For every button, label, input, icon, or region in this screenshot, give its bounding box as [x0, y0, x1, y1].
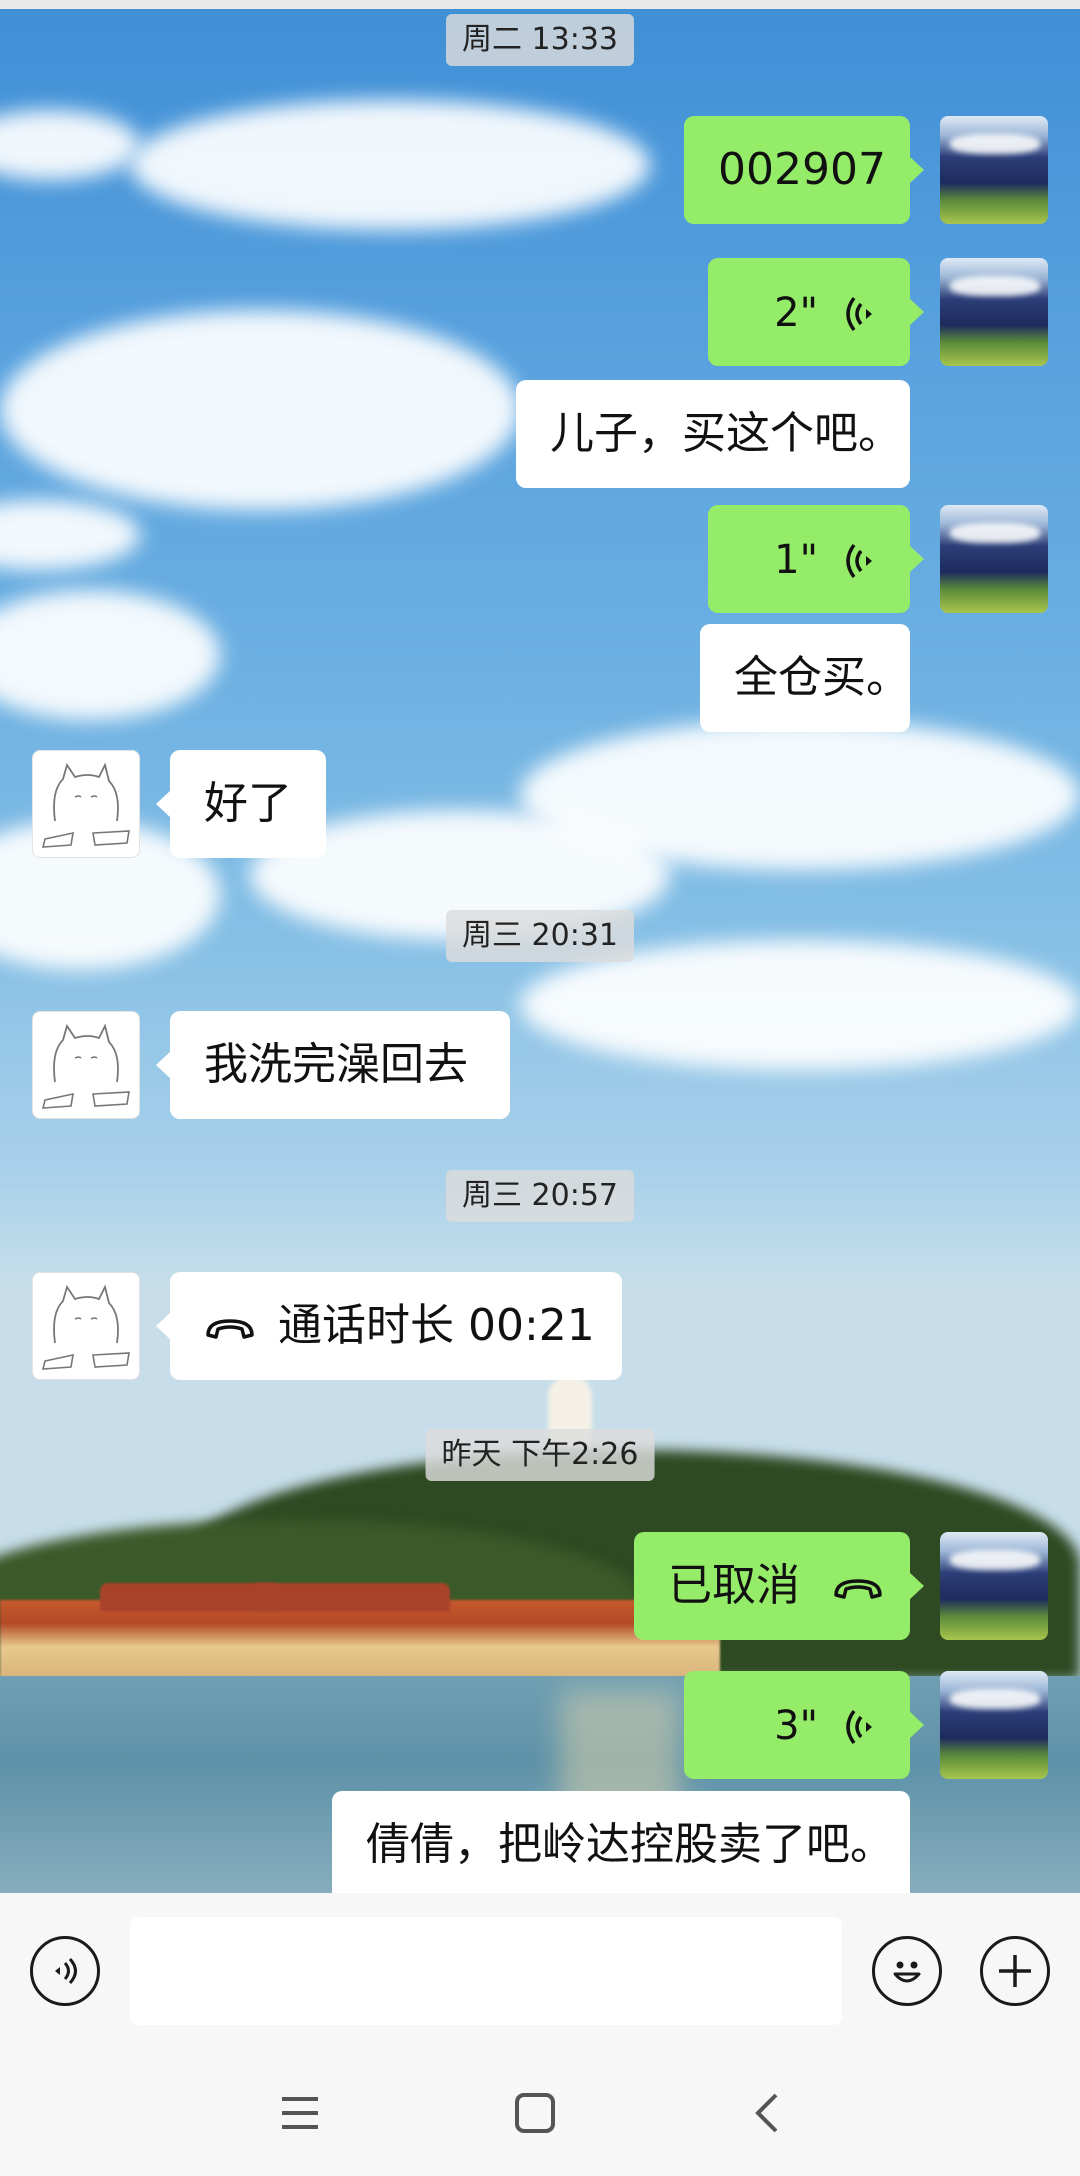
phone-hangup-icon: [206, 1319, 254, 1339]
palace-building: [0, 1600, 720, 1678]
avatar-contact[interactable]: [32, 750, 140, 858]
cat-sketch-icon: [41, 762, 130, 848]
voice-input-icon: [55, 1957, 77, 1985]
message-bubble[interactable]: 倩倩，把岭达控股卖了吧。: [332, 1791, 910, 1893]
timestamp: 周三 20:31: [446, 910, 634, 962]
voice-wave-icon: [846, 1709, 872, 1745]
avatar-self[interactable]: [940, 505, 1048, 613]
emoji-button[interactable]: [872, 1936, 942, 2006]
system-navigation-bar: [0, 2049, 1080, 2176]
message-input[interactable]: [130, 1917, 842, 2025]
timestamp: 昨天 下午2:26: [425, 1429, 655, 1481]
cat-sketch-icon: [41, 1023, 130, 1109]
avatar-self[interactable]: [940, 1532, 1048, 1640]
cloud: [0, 500, 140, 570]
call-duration-text: 通话时长 00:21: [278, 1300, 595, 1351]
avatar-contact[interactable]: [32, 1272, 140, 1380]
avatar-self[interactable]: [940, 1671, 1048, 1779]
more-button[interactable]: [980, 1936, 1050, 2006]
phone-hangup-icon: [834, 1579, 882, 1599]
home-square-icon: [515, 2093, 555, 2133]
voice-message-bubble[interactable]: 3": [684, 1671, 924, 1779]
cloud: [520, 720, 1080, 870]
cloud: [0, 590, 220, 720]
status-bar-strip: [0, 0, 1080, 9]
message-bubble[interactable]: 我洗完澡回去: [156, 1011, 510, 1119]
cloud: [130, 100, 650, 230]
voice-wave-icon: [846, 296, 872, 332]
avatar-contact[interactable]: [32, 1011, 140, 1119]
message-bubble[interactable]: 002907: [684, 116, 924, 224]
call-record-bubble[interactable]: 通话时长 00:21: [156, 1272, 622, 1380]
nav-menu-button[interactable]: [270, 2083, 330, 2143]
menu-icon: [282, 2097, 318, 2129]
voice-input-button[interactable]: [30, 1936, 100, 2006]
nav-home-button[interactable]: [505, 2083, 565, 2143]
message-bubble[interactable]: 好了: [156, 750, 326, 858]
timestamp: 周二 13:33: [446, 14, 634, 66]
back-chevron-icon: [755, 2093, 778, 2133]
avatar-self[interactable]: [940, 116, 1048, 224]
voice-duration: 2": [774, 290, 818, 336]
input-bar: [0, 1893, 1080, 2049]
emoji-icon: [893, 1961, 921, 1983]
call-record-bubble[interactable]: 已取消: [634, 1532, 924, 1640]
call-status-text: 已取消: [668, 1560, 800, 1611]
voice-duration: 1": [774, 537, 818, 583]
voice-message-bubble[interactable]: 2": [708, 258, 924, 366]
nav-back-button[interactable]: [738, 2083, 798, 2143]
message-bubble[interactable]: 儿子，买这个吧。: [516, 380, 910, 488]
cloud: [0, 110, 140, 180]
message-bubble[interactable]: 全仓买。: [700, 624, 910, 732]
cat-sketch-icon: [41, 1284, 130, 1370]
plus-icon: [999, 1955, 1031, 1987]
timestamp: 周三 20:57: [446, 1170, 634, 1222]
cloud: [0, 310, 520, 510]
voice-message-bubble[interactable]: 1": [708, 505, 924, 613]
palace-roof: [250, 1583, 450, 1611]
voice-wave-icon: [846, 543, 872, 579]
avatar-self[interactable]: [940, 258, 1048, 366]
voice-duration: 3": [774, 1703, 818, 1749]
